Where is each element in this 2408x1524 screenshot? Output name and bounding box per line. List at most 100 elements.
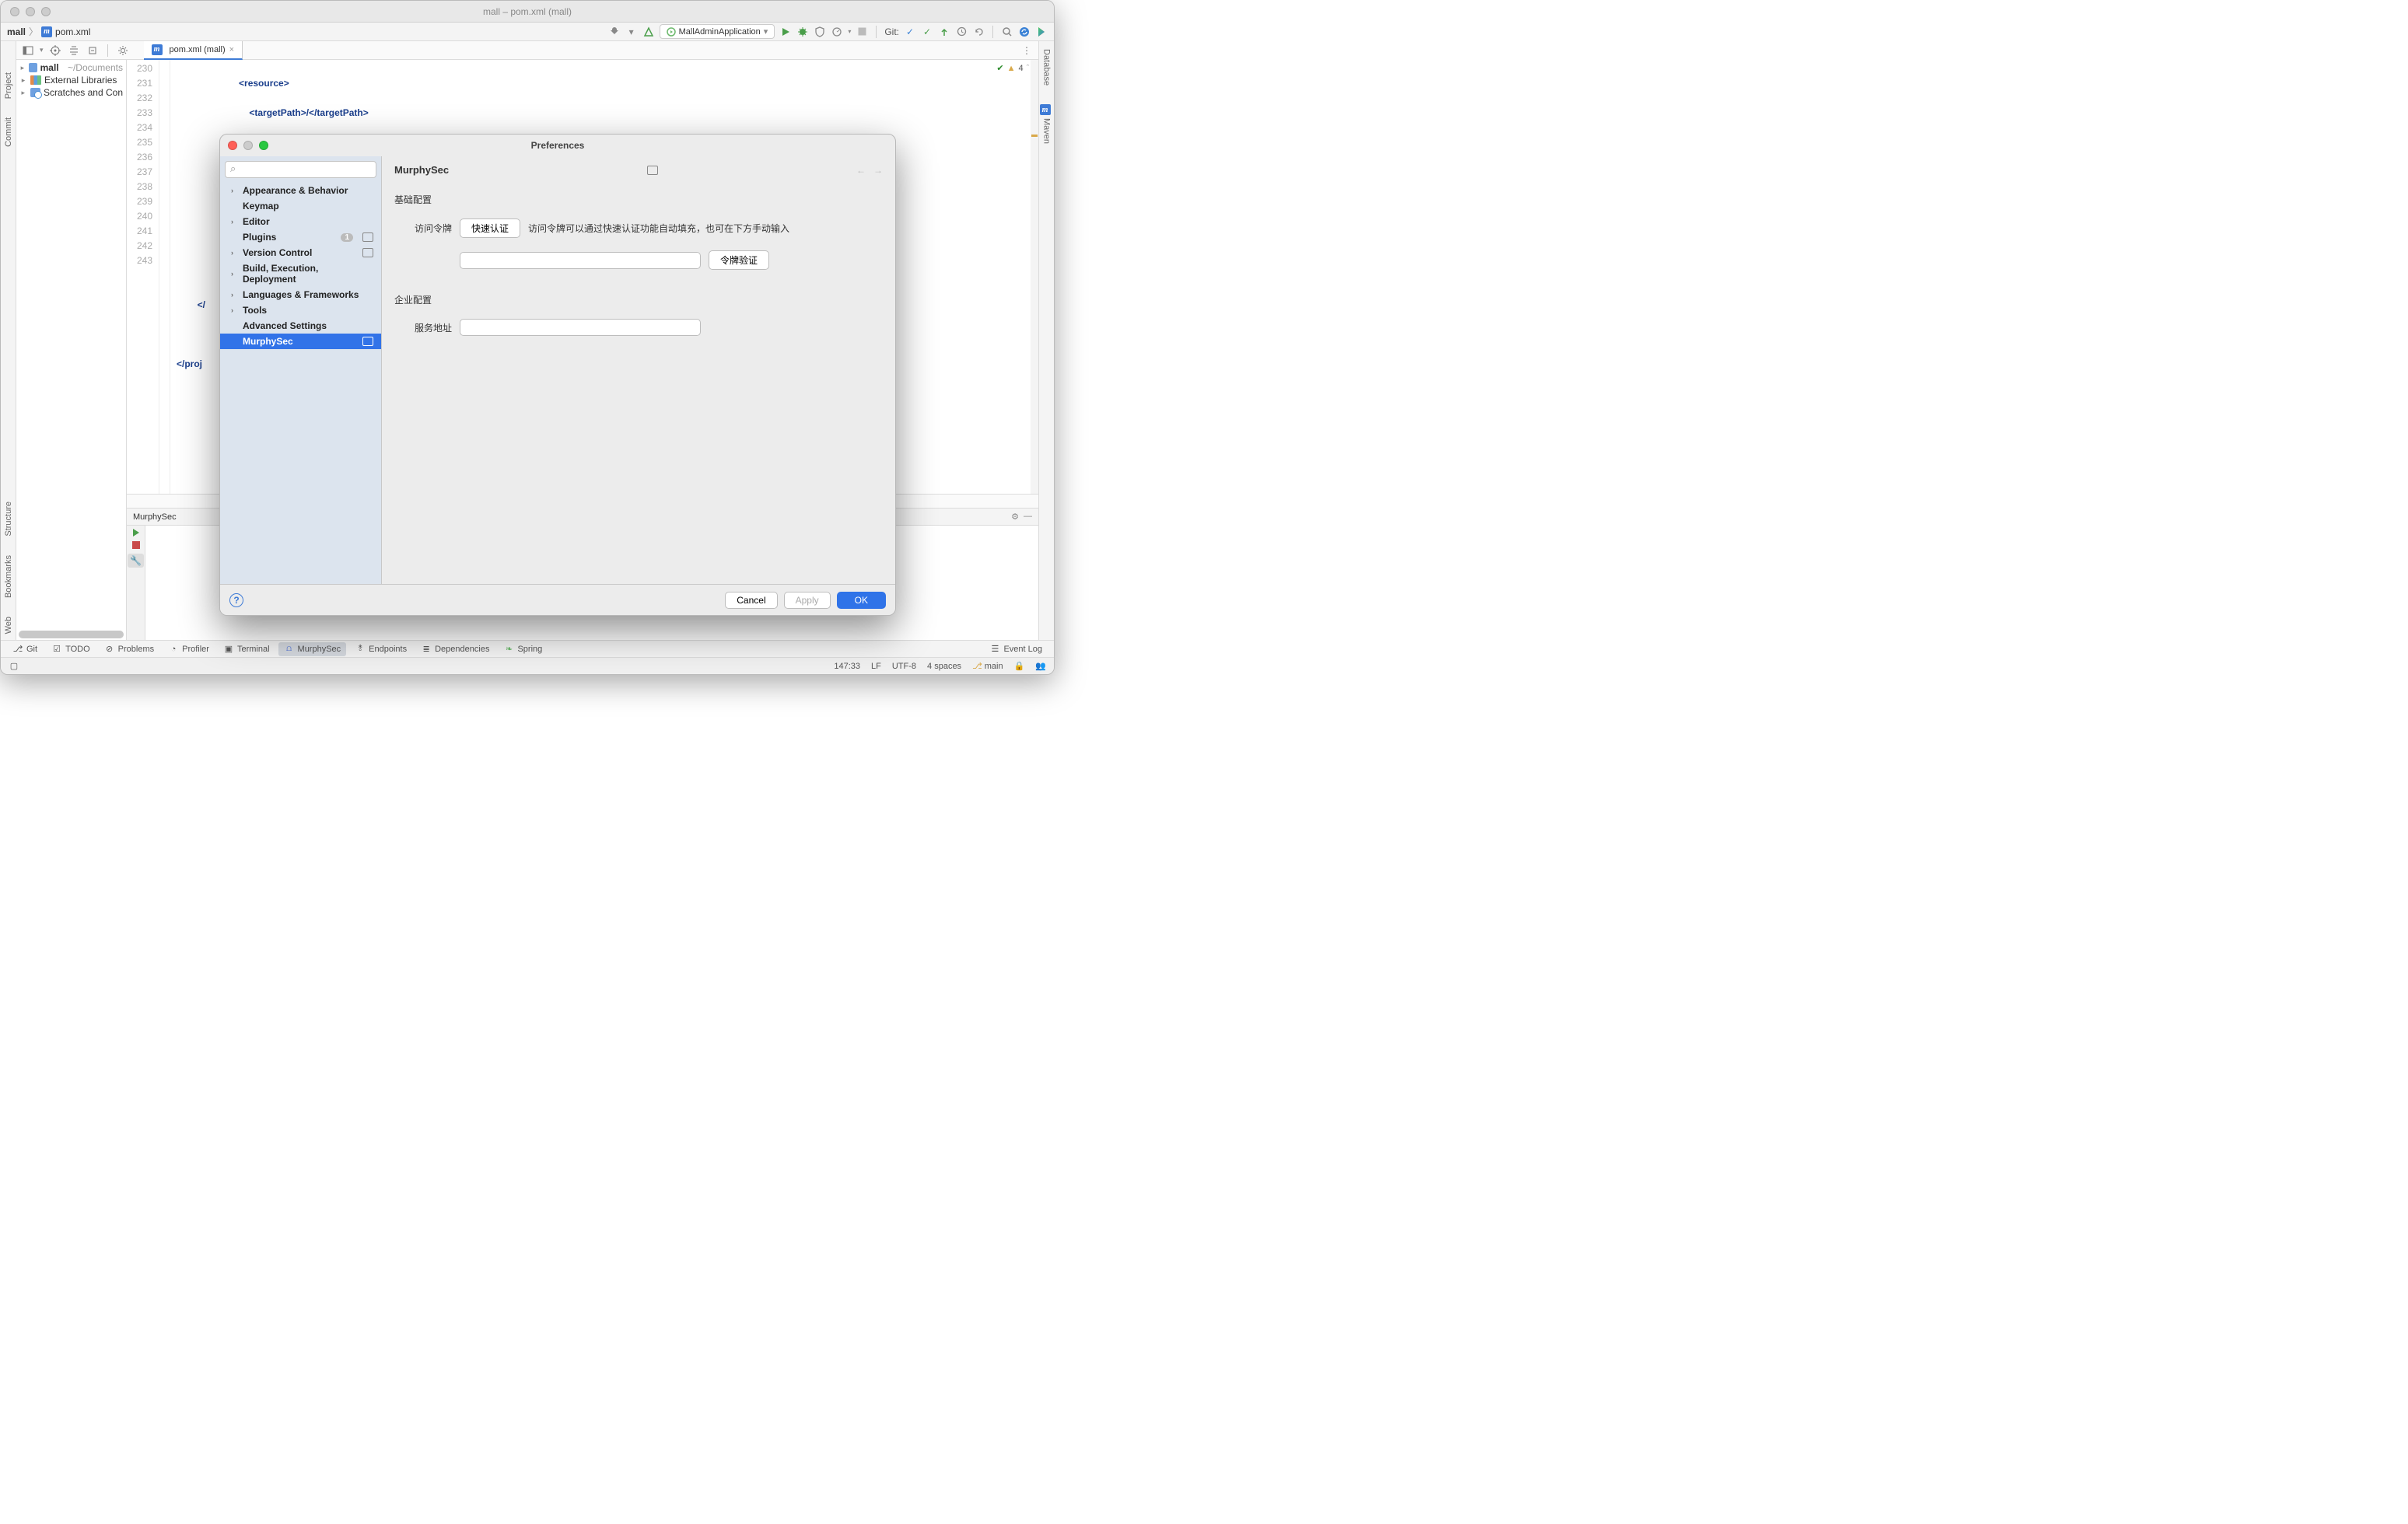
- tab-terminal[interactable]: ▣Terminal: [218, 642, 275, 656]
- editor-more-icon[interactable]: ⋮: [1020, 44, 1034, 58]
- close-tab-icon[interactable]: ×: [229, 45, 234, 54]
- stop-icon[interactable]: [856, 26, 868, 38]
- run-scan-icon[interactable]: [133, 529, 139, 537]
- project-view-caret-icon[interactable]: ▾: [40, 46, 44, 54]
- stop-scan-icon[interactable]: [132, 541, 140, 549]
- tool-settings-icon[interactable]: ⚙: [1011, 512, 1019, 522]
- git-branch[interactable]: ⎇main: [972, 661, 1003, 671]
- nav-fwd-icon[interactable]: →: [873, 165, 883, 176]
- line-ending[interactable]: LF: [871, 662, 881, 671]
- verify-button[interactable]: 令牌验证: [709, 250, 769, 270]
- indent[interactable]: 4 spaces: [927, 662, 961, 671]
- lock-icon[interactable]: 🔒: [1014, 661, 1025, 671]
- tool-config-icon[interactable]: 🔧: [128, 554, 144, 568]
- ok-button[interactable]: OK: [837, 592, 886, 609]
- settings-gear-icon[interactable]: [116, 44, 130, 58]
- tree-external-libs[interactable]: ▸External Libraries: [16, 74, 126, 86]
- tab-murphysec[interactable]: ⩍MurphySec: [278, 642, 347, 656]
- cat-langs[interactable]: ›Languages & Frameworks: [220, 287, 381, 302]
- close-dot[interactable]: [10, 7, 19, 16]
- build-icon[interactable]: [642, 26, 655, 38]
- cat-vcs[interactable]: ›Version Control: [220, 245, 381, 260]
- tab-spring[interactable]: ❧Spring: [498, 642, 548, 656]
- dialog-zoom-dot[interactable]: [259, 141, 268, 150]
- profile-icon[interactable]: [831, 26, 843, 38]
- tool-hide-icon[interactable]: —: [1024, 512, 1032, 522]
- rail-database[interactable]: Database: [1042, 49, 1052, 86]
- git-history-icon[interactable]: [955, 26, 968, 38]
- cat-plugins[interactable]: Plugins1: [220, 229, 381, 245]
- people-icon[interactable]: 👥: [1035, 661, 1046, 671]
- tree-root[interactable]: ▸mall ~/Documents: [16, 61, 126, 74]
- tab-problems[interactable]: ⊘Problems: [99, 642, 159, 656]
- spring-icon: ❧: [503, 644, 514, 655]
- rail-web[interactable]: Web: [4, 617, 13, 634]
- git-update-icon[interactable]: ✓: [904, 26, 916, 38]
- tree-scratches[interactable]: ▸Scratches and Con: [16, 86, 126, 99]
- git-push-icon[interactable]: [938, 26, 950, 38]
- tab-todo[interactable]: ☑TODO: [46, 642, 96, 656]
- git-rollback-icon[interactable]: [972, 26, 985, 38]
- maven-file-icon: m: [152, 44, 163, 55]
- breadcrumb-file[interactable]: pom.xml: [55, 26, 90, 37]
- left-tool-rail: Project Commit Structure Bookmarks Web: [1, 41, 16, 640]
- collapse-all-icon[interactable]: [86, 44, 100, 58]
- inspection-widget[interactable]: ✔ ▲4 ˆˇ: [996, 63, 1035, 73]
- tab-profiler[interactable]: ◔Profiler: [163, 642, 215, 656]
- tab-dependencies[interactable]: ≣Dependencies: [415, 642, 495, 656]
- preferences-search[interactable]: [225, 161, 376, 178]
- status-bar: ▢ 147:33 LF UTF-8 4 spaces ⎇main 🔒 👥: [1, 657, 1054, 674]
- git-commit-icon[interactable]: ✓: [921, 26, 933, 38]
- zoom-dot[interactable]: [41, 7, 51, 16]
- editor-tab[interactable]: m pom.xml (mall) ×: [144, 41, 243, 60]
- sync-icon[interactable]: [1018, 26, 1031, 38]
- debug-icon[interactable]: [796, 26, 809, 38]
- apply-button[interactable]: Apply: [784, 592, 831, 609]
- rail-maven[interactable]: mMaven: [1040, 104, 1054, 144]
- minimize-dot[interactable]: [26, 7, 35, 16]
- run-config-selector[interactable]: MallAdminApplication ▾: [660, 24, 775, 39]
- tab-endpoints[interactable]: ⥉Endpoints: [349, 642, 412, 656]
- rail-commit[interactable]: Commit: [4, 117, 13, 147]
- expand-all-icon[interactable]: [67, 44, 81, 58]
- more-run-icon[interactable]: ▾: [848, 28, 851, 35]
- coverage-icon[interactable]: [814, 26, 826, 38]
- project-view-icon[interactable]: [21, 44, 35, 58]
- error-stripe[interactable]: [1031, 60, 1038, 494]
- nav-back-icon[interactable]: ←: [856, 165, 866, 176]
- server-input[interactable]: [460, 319, 701, 336]
- cat-appearance[interactable]: ›Appearance & Behavior: [220, 183, 381, 198]
- search-everywhere-icon[interactable]: [1001, 26, 1013, 38]
- cat-advanced[interactable]: Advanced Settings: [220, 318, 381, 334]
- cancel-button[interactable]: Cancel: [725, 592, 777, 609]
- run-icon[interactable]: [779, 26, 792, 38]
- dialog-close-dot[interactable]: [228, 141, 237, 150]
- project-tree[interactable]: ▸mall ~/Documents ▸External Libraries ▸S…: [16, 60, 127, 640]
- tab-event-log[interactable]: ☰Event Log: [984, 642, 1048, 656]
- rail-project[interactable]: Project: [4, 72, 13, 99]
- locate-icon[interactable]: [48, 44, 62, 58]
- rail-bookmarks[interactable]: Bookmarks: [4, 555, 13, 598]
- ide-plugin-icon[interactable]: [1035, 26, 1048, 38]
- token-input[interactable]: [460, 252, 701, 269]
- status-toggle-icon[interactable]: ▢: [9, 661, 19, 672]
- cat-build[interactable]: ›Build, Execution, Deployment: [220, 260, 381, 287]
- token-label: 访问令牌: [404, 222, 452, 235]
- cat-murphysec[interactable]: MurphySec: [220, 334, 381, 349]
- rail-structure[interactable]: Structure: [4, 502, 13, 537]
- encoding[interactable]: UTF-8: [892, 662, 916, 671]
- breadcrumb-project[interactable]: mall: [7, 26, 26, 37]
- tab-git[interactable]: ⎇Git: [7, 642, 43, 656]
- deps-icon: ≣: [421, 644, 432, 655]
- help-icon[interactable]: ?: [229, 593, 243, 607]
- search-input[interactable]: [225, 161, 376, 178]
- cat-keymap[interactable]: Keymap: [220, 198, 381, 214]
- quick-auth-button[interactable]: 快速认证: [460, 218, 520, 238]
- dropdown-caret-icon[interactable]: ▾: [625, 26, 638, 38]
- caret-position[interactable]: 147:33: [834, 662, 860, 671]
- cat-editor[interactable]: ›Editor: [220, 214, 381, 229]
- dialog-min-dot[interactable]: [243, 141, 253, 150]
- add-config-icon[interactable]: [608, 26, 621, 38]
- preferences-sidebar: ›Appearance & Behavior Keymap ›Editor Pl…: [220, 156, 382, 584]
- cat-tools[interactable]: ›Tools: [220, 302, 381, 318]
